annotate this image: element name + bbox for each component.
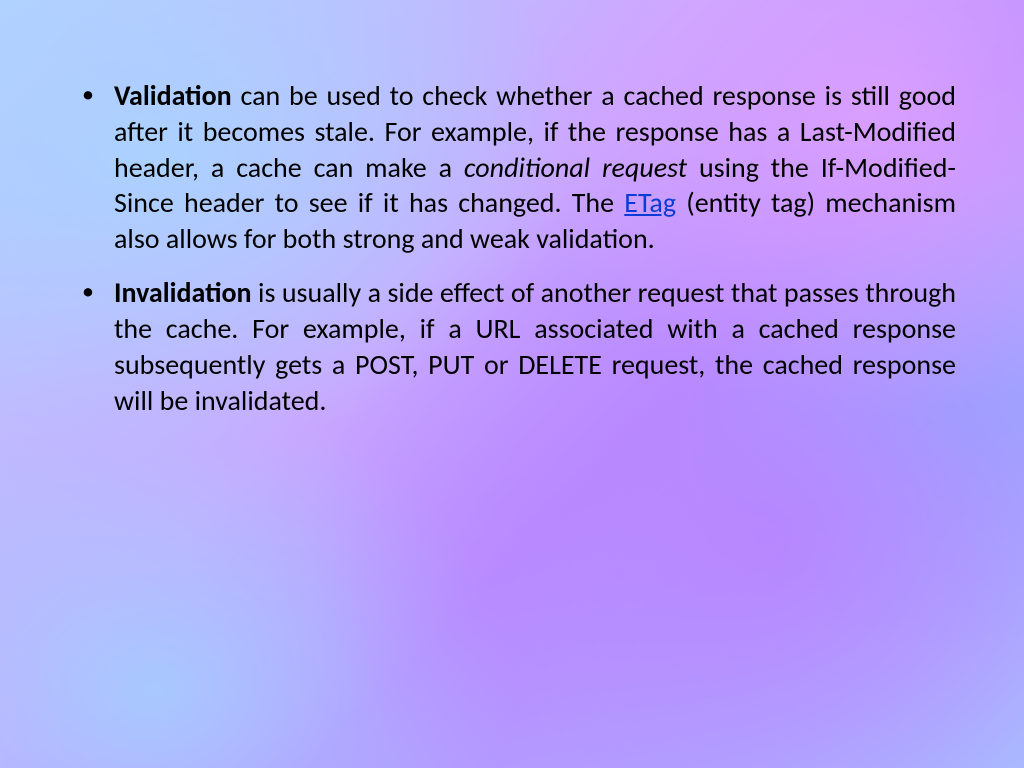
text-italic-conditional-request: conditional request — [464, 150, 687, 185]
bullet-item-validation: Validation can be used to check whether … — [68, 78, 956, 257]
slide: Validation can be used to check whether … — [0, 0, 1024, 768]
bullet-item-invalidation: Invalidation is usually a side effect of… — [68, 275, 956, 418]
term-invalidation: Invalidation — [114, 275, 252, 310]
bullet-list: Validation can be used to check whether … — [68, 78, 956, 418]
term-validation: Validation — [114, 78, 232, 113]
etag-link[interactable]: ETag — [624, 185, 676, 220]
